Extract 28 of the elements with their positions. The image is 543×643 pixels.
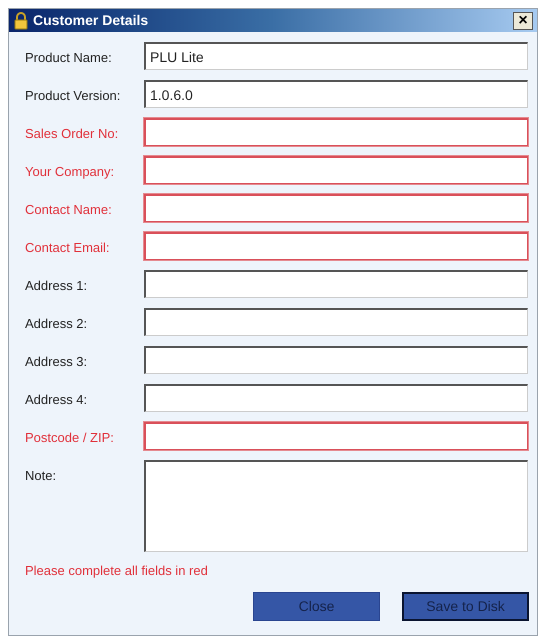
field-label: Sales Order No: [25, 125, 120, 143]
input-field[interactable] [144, 346, 528, 374]
close-button[interactable]: × [513, 12, 533, 30]
validation-message: Please complete all fields in red [25, 562, 209, 580]
field-label: Product Version: [25, 87, 122, 105]
field-label: Address 4: [25, 391, 88, 409]
field-label: Your Company: [25, 163, 116, 181]
field-label: Address 3: [25, 353, 88, 371]
input-field[interactable] [144, 384, 528, 412]
padlock-icon [13, 12, 29, 30]
field-label: Product Name: [25, 49, 113, 67]
note-area[interactable] [144, 460, 528, 552]
field-label: Note: [25, 467, 58, 485]
field-label: Contact Name: [25, 201, 113, 219]
input-field[interactable] [144, 118, 528, 146]
input-field[interactable] [144, 308, 528, 336]
input-field[interactable] [144, 194, 528, 222]
input-field[interactable]: PLU Lite [144, 42, 528, 70]
input-field[interactable] [144, 156, 528, 184]
input-field[interactable] [144, 232, 528, 260]
input-field[interactable] [144, 270, 528, 298]
field-label: Contact Email: [25, 239, 111, 257]
window-title: Customer Details [33, 11, 150, 30]
input-field[interactable]: 1.0.6.0 [144, 80, 528, 108]
field-label: Address 1: [25, 277, 88, 295]
field-label: Postcode / ZIP: [25, 429, 115, 447]
field-label: Address 2: [25, 315, 88, 333]
input-field[interactable] [144, 422, 528, 450]
